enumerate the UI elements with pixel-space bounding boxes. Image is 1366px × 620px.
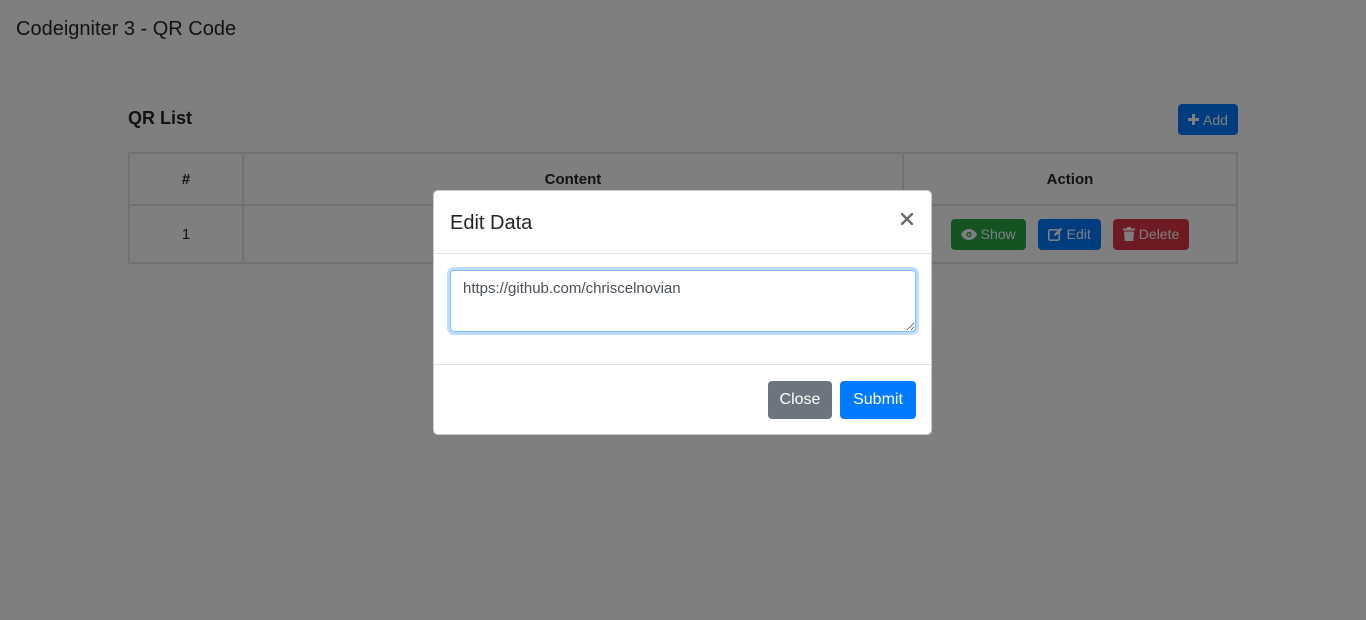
- page: Codeigniter 3 - QR Code QR List Add # Co…: [0, 0, 1366, 620]
- close-icon: [900, 212, 914, 230]
- close-button[interactable]: Close: [768, 381, 832, 419]
- modal-body: https://github.com/chriscelnovian: [434, 254, 931, 365]
- content-textarea[interactable]: https://github.com/chriscelnovian: [450, 270, 916, 332]
- edit-data-modal: Edit Data https://github.com/chriscelnov…: [433, 190, 932, 435]
- modal-header: Edit Data: [434, 191, 931, 254]
- modal-footer: Close Submit: [434, 365, 931, 435]
- submit-button[interactable]: Submit: [840, 381, 916, 419]
- modal-title: Edit Data: [450, 212, 533, 234]
- modal-close-button[interactable]: [899, 211, 915, 231]
